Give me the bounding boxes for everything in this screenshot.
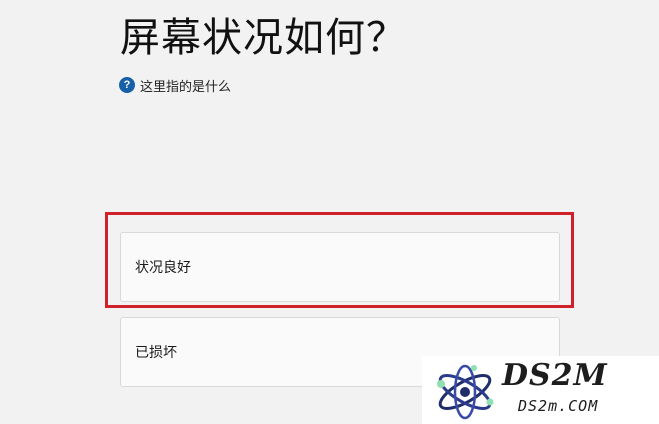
atom-logo-icon [437, 364, 494, 420]
page-title: 屏幕状况如何？ [120, 15, 407, 61]
question-circle-icon: ? [119, 77, 135, 93]
watermark-brand: DS2M [502, 358, 608, 393]
watermark: DS2M DS2m.COM [422, 356, 659, 424]
watermark-url: DS2m.COM [518, 397, 599, 415]
help-link[interactable]: ? 这里指的是什么 [119, 76, 232, 95]
option-good-condition[interactable]: 状况良好 [120, 232, 560, 302]
option-label: 已损坏 [135, 345, 177, 361]
option-label: 状况良好 [135, 260, 191, 276]
help-link-text: 这里指的是什么 [140, 79, 232, 95]
